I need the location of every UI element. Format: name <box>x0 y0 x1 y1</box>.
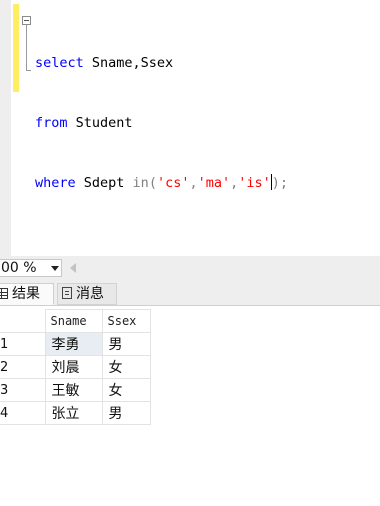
keyword-select: select <box>35 55 84 71</box>
results-grid-pane: Sname Ssex 1 李勇 男 2 刘晨 女 3 王敏 女 4 张立 男 <box>0 306 380 506</box>
cell-ssex[interactable]: 女 <box>101 378 151 402</box>
fold-guide-line <box>26 25 27 71</box>
code-line-2: from Student <box>35 113 288 133</box>
message-icon <box>62 287 72 299</box>
cell-ssex[interactable]: 男 <box>101 401 151 425</box>
string-literal-cs: 'cs' <box>156 175 190 191</box>
column-header-ssex[interactable]: Ssex <box>101 309 151 333</box>
editor-status-bar: 00 % <box>0 256 380 280</box>
scroll-left-arrow-icon[interactable] <box>70 263 76 273</box>
cell-sname[interactable]: 王敏 <box>44 378 103 402</box>
keyword-where: where <box>35 175 76 191</box>
editor-gutter <box>0 0 11 256</box>
grid-icon <box>0 288 8 299</box>
table-name: Student <box>67 115 133 131</box>
cell-ssex[interactable]: 男 <box>101 332 151 356</box>
code-line-1: select Sname,Ssex <box>35 53 288 73</box>
header-row: Sname Ssex <box>0 309 151 333</box>
row-number-header[interactable] <box>0 309 46 333</box>
horizontal-scrollbar[interactable] <box>80 266 380 270</box>
row-number[interactable]: 3 <box>0 378 46 402</box>
tab-messages[interactable]: 消息 <box>57 283 117 305</box>
close-paren-semicolon: ); <box>271 175 289 191</box>
fold-guide-end <box>26 70 31 71</box>
tab-results-label: 结果 <box>12 286 40 302</box>
select-columns: Sname,Ssex <box>83 55 174 71</box>
chevron-down-icon[interactable] <box>51 266 59 271</box>
row-number[interactable]: 2 <box>0 355 46 379</box>
table-row: 1 李勇 男 <box>0 332 151 356</box>
table-row: 4 张立 男 <box>0 401 151 425</box>
sql-code[interactable]: select Sname,Ssex from Student where Sde… <box>35 13 288 233</box>
cell-sname[interactable]: 张立 <box>44 401 103 425</box>
where-column: Sdept <box>75 175 133 191</box>
query-editor[interactable]: select Sname,Ssex from Student where Sde… <box>0 0 380 256</box>
results-table: Sname Ssex 1 李勇 男 2 刘晨 女 3 王敏 女 4 张立 男 <box>0 309 151 425</box>
column-header-sname[interactable]: Sname <box>44 309 103 333</box>
row-number[interactable]: 1 <box>0 332 46 356</box>
keyword-from: from <box>35 115 68 131</box>
change-tracking-bar <box>13 4 19 92</box>
string-literal-is: 'is' <box>238 175 271 191</box>
string-literal-ma: 'ma' <box>197 175 231 191</box>
code-line-3: where Sdept in('cs','ma','is'); <box>35 173 288 193</box>
results-tab-strip: 结果 消息 <box>0 280 380 306</box>
comma: , <box>189 175 198 191</box>
cell-ssex[interactable]: 女 <box>101 355 151 379</box>
open-paren: ( <box>148 175 157 191</box>
row-number[interactable]: 4 <box>0 401 46 425</box>
zoom-value: 00 % <box>1 260 37 276</box>
cell-sname[interactable]: 刘晨 <box>44 355 103 379</box>
zoom-dropdown[interactable]: 00 % <box>0 259 62 277</box>
tab-messages-label: 消息 <box>76 286 104 302</box>
cell-sname[interactable]: 李勇 <box>44 332 103 356</box>
table-row: 2 刘晨 女 <box>0 355 151 379</box>
tab-results[interactable]: 结果 <box>0 283 54 305</box>
collapse-minus-icon[interactable] <box>22 16 31 25</box>
operator-in: in <box>132 175 149 191</box>
table-row: 3 王敏 女 <box>0 378 151 402</box>
